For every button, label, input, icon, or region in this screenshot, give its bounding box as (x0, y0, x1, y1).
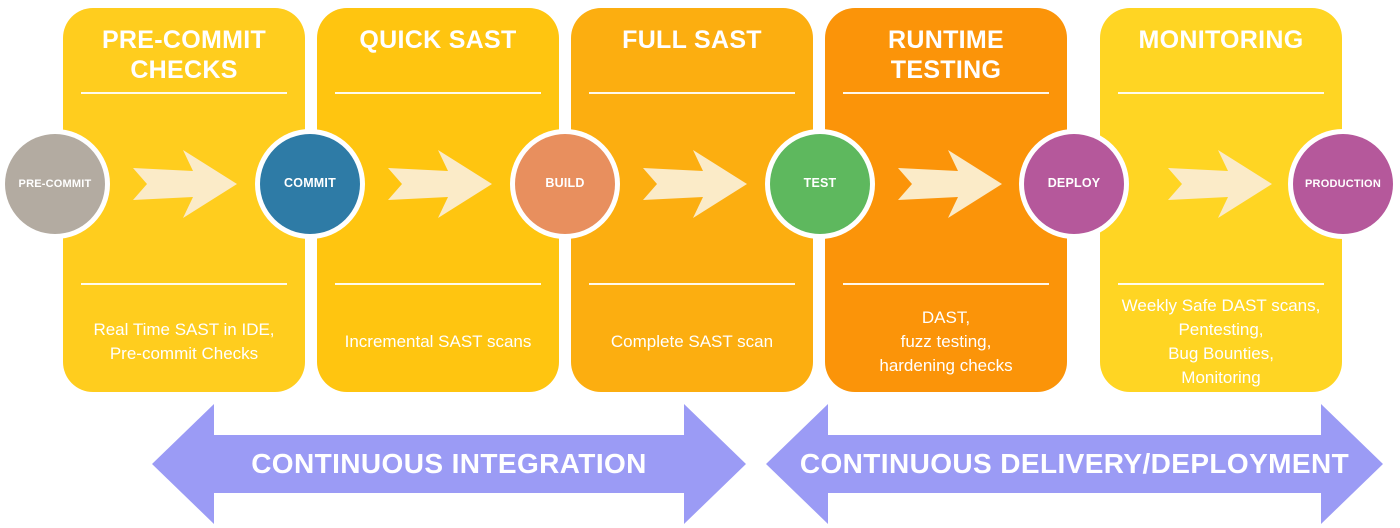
pipeline-node-build[interactable]: BUILD (510, 129, 620, 239)
pipeline-node-production[interactable]: PRODUCTION (1288, 129, 1398, 239)
pipeline-node-disc-build: BUILD (515, 134, 615, 234)
phase-arrow-continuous-integration (152, 404, 746, 524)
phase-arrow-continuous-delivery-deployment (766, 404, 1383, 524)
devsecops-pipeline-diagram: PRE-COMMIT CHECKS Real Time SAST in IDE, … (0, 0, 1400, 528)
stage-divider-top-monitoring (1118, 92, 1324, 94)
pipeline-node-label-test: TEST (803, 176, 837, 191)
pipeline-node-disc-pre-commit: PRE-COMMIT (5, 134, 105, 234)
pipeline-node-label-deploy: DEPLOY (1047, 176, 1101, 191)
stage-body-quick-sast: Incremental SAST scans (344, 331, 532, 351)
stage-divider-bottom-monitoring (1118, 283, 1324, 285)
pipeline-node-disc-test: TEST (770, 134, 870, 234)
stage-body-pre-commit-checks: Real Time SAST in IDE, Pre-commit Checks (93, 319, 275, 363)
stage-title-quick-sast: QUICK SAST (359, 26, 517, 54)
flow-arrow-icon-build-to-test (641, 146, 749, 222)
pipeline-node-test[interactable]: TEST (765, 129, 875, 239)
stage-title-monitoring: MONITORING (1138, 26, 1304, 54)
pipeline-node-pre-commit[interactable]: PRE-COMMIT (0, 129, 110, 239)
pipeline-node-label-production: PRODUCTION (1305, 177, 1381, 190)
flow-arrow-icon-test-to-deploy (896, 146, 1004, 222)
stage-divider-bottom-pre-commit-checks (81, 283, 287, 285)
flow-arrow-icon-deploy-to-production (1166, 146, 1274, 222)
stage-body-runtime-testing: DAST, fuzz testing, hardening checks (879, 307, 1013, 376)
pipeline-node-deploy[interactable]: DEPLOY (1019, 129, 1129, 239)
pipeline-node-label-commit: COMMIT (284, 176, 336, 191)
stage-divider-top-pre-commit-checks (81, 92, 287, 94)
stage-title-runtime-testing: RUNTIME TESTING (888, 26, 1004, 84)
stage-divider-top-full-sast (589, 92, 795, 94)
flow-arrow-icon-commit-to-build (386, 146, 494, 222)
pipeline-node-label-build: BUILD (545, 176, 585, 191)
stage-title-full-sast: FULL SAST (622, 26, 762, 54)
pipeline-node-label-pre-commit: PRE-COMMIT (18, 177, 92, 190)
stage-divider-top-quick-sast (335, 92, 541, 94)
pipeline-node-disc-commit: COMMIT (260, 134, 360, 234)
pipeline-node-disc-deploy: DEPLOY (1024, 134, 1124, 234)
pipeline-node-disc-production: PRODUCTION (1293, 134, 1393, 234)
flow-arrow-icon-pre-commit-to-commit (131, 146, 239, 222)
stage-body-full-sast: Complete SAST scan (610, 331, 774, 351)
stage-title-pre-commit-checks: PRE-COMMIT CHECKS (101, 26, 267, 84)
stage-divider-bottom-quick-sast (335, 283, 541, 285)
pipeline-node-commit[interactable]: COMMIT (255, 129, 365, 239)
stage-divider-bottom-runtime-testing (843, 283, 1049, 285)
stage-divider-bottom-full-sast (589, 283, 795, 285)
stage-body-monitoring: Weekly Safe DAST scans, Pentesting, Bug … (1121, 295, 1321, 388)
stage-divider-top-runtime-testing (843, 92, 1049, 94)
